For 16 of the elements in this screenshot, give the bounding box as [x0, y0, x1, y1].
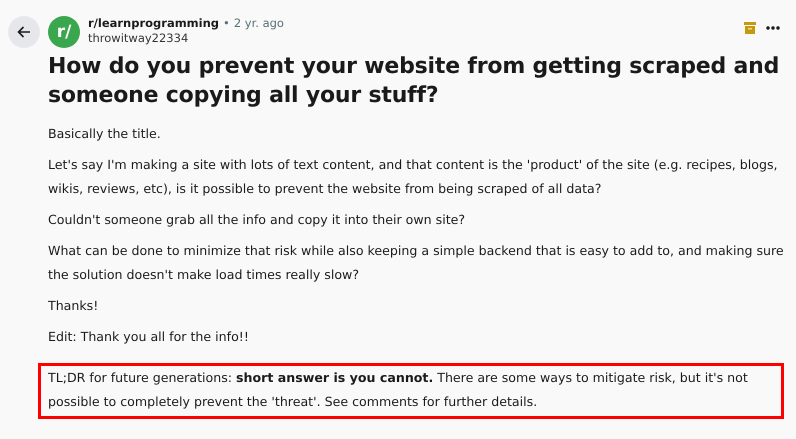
highlighted-paragraph: TL;DR for future generations: short answer is you cannot. There are some ways to mitigate risk, but it's not possible to completely prevent the 'threat'. See comments for further details.	[38, 363, 784, 419]
separator-dot: •	[223, 16, 230, 31]
back-arrow-icon	[16, 24, 32, 40]
body-paragraph: Edit: Thank you all for the info!!	[48, 328, 250, 346]
back-button[interactable]	[8, 16, 40, 48]
subreddit-name[interactable]: r/learnprogramming	[88, 16, 220, 31]
body-paragraph: Basically the title.	[48, 125, 162, 143]
more-options-icon[interactable]	[766, 26, 780, 30]
body-paragraph: Thanks!	[48, 297, 100, 315]
body-paragraph: Couldn't someone grab all the info and copy it into their own site?	[48, 211, 466, 229]
body-paragraph: Let's say I'm making a site with lots of text content, and that content is the 'product' of the site (e.g. recipes, blogs, wikis, reviews, etc), is it possible to prevent the website from being scraped of all data?	[48, 156, 779, 198]
post-age: 2 yr. ago	[234, 16, 284, 31]
body-paragraph: What can be done to minimize that risk while also keeping a simple backend that is easy to add to, and making sure the solution doesn't make load times really slow?	[48, 242, 784, 284]
post-title: How do you prevent your website from getting scraped and someone copying all your stuff?	[48, 53, 780, 110]
author-name[interactable]: throwitway22334	[88, 31, 744, 46]
archive-icon	[744, 22, 756, 34]
